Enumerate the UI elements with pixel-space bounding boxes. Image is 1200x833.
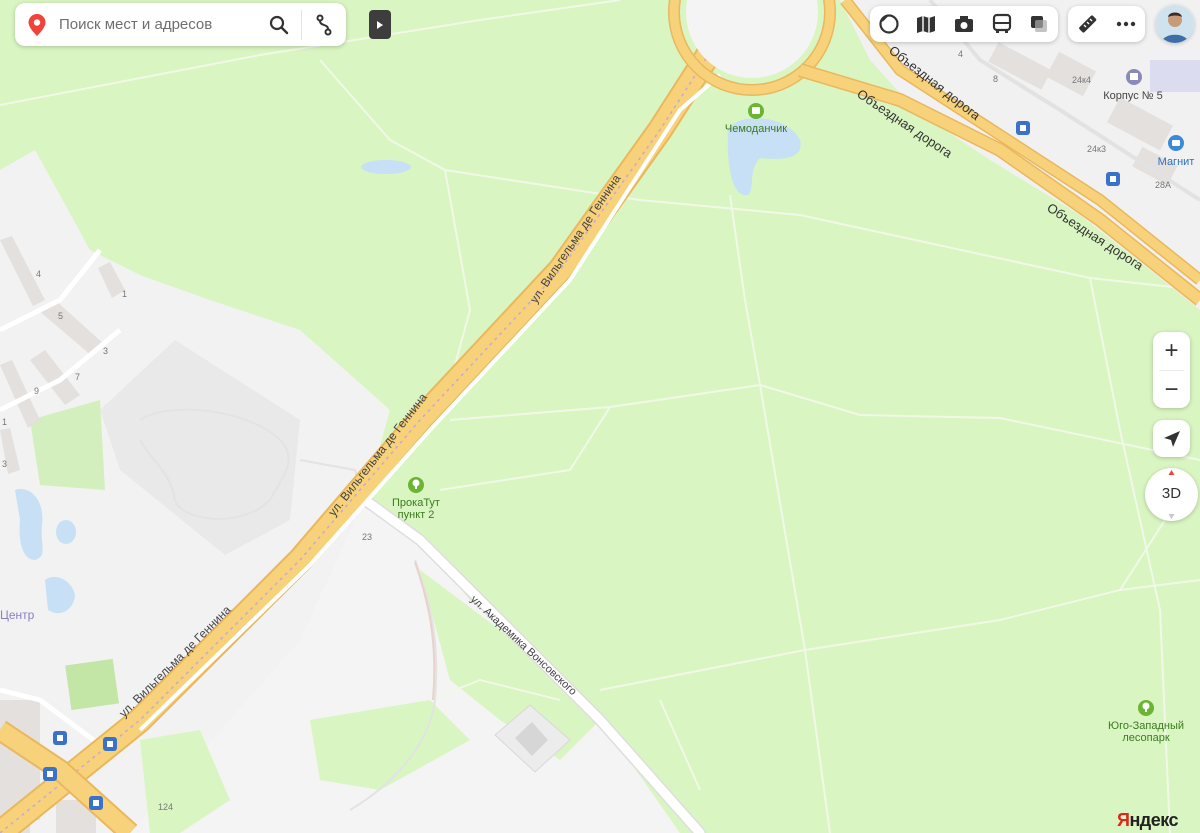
locate-me-button[interactable] — [1153, 420, 1190, 457]
house-number: 1 — [2, 417, 7, 427]
search-icon — [269, 15, 289, 34]
logo-text: ндекс — [1129, 810, 1179, 830]
transport-button[interactable] — [985, 7, 1019, 41]
zoom-in-button[interactable]: + — [1153, 332, 1190, 370]
poi-chemodanchik-icon[interactable] — [748, 103, 764, 119]
avatar-image — [1156, 5, 1194, 43]
compass-3d-control[interactable]: 3D — [1145, 468, 1198, 521]
tools-toolbar — [1068, 6, 1145, 42]
house-number: 3 — [103, 346, 108, 356]
panorama-button[interactable] — [872, 7, 906, 41]
map-canvas[interactable]: ул. Вильгельма де Геннина ул. Вильгельма… — [0, 0, 1200, 833]
poi-prokatut-icon[interactable] — [408, 477, 424, 493]
search-button[interactable] — [257, 3, 301, 46]
house-number: 4 — [36, 269, 41, 279]
poi-label[interactable]: пункт 2 — [398, 509, 435, 521]
ruler-button[interactable] — [1070, 7, 1104, 41]
map-layers-button[interactable] — [909, 7, 943, 41]
poi-label[interactable]: Юго-Западный — [1108, 720, 1184, 732]
house-number: 8 — [993, 74, 998, 84]
search-input[interactable]: Поиск мест и адресов — [59, 16, 257, 33]
zoom-out-button[interactable]: − — [1153, 371, 1190, 409]
logo-letter: Я — [1117, 810, 1130, 830]
poi-label[interactable]: лесопарк — [1122, 732, 1169, 744]
layers-button[interactable] — [1022, 7, 1056, 41]
collapse-panel-button[interactable] — [369, 10, 391, 39]
house-number: 7 — [75, 372, 80, 382]
map-book-icon — [917, 16, 936, 33]
house-number: 23 — [362, 532, 372, 542]
poi-label[interactable]: Центр — [0, 608, 35, 622]
poi-magnit-icon[interactable] — [1168, 135, 1184, 151]
water-body — [361, 160, 411, 174]
house-number: 24к4 — [1072, 75, 1091, 85]
poi-korpus-icon[interactable] — [1126, 69, 1142, 85]
house-number: 9 — [34, 386, 39, 396]
route-button[interactable] — [302, 3, 346, 46]
house-number: 124 — [158, 802, 173, 812]
water-body — [56, 520, 76, 544]
search-bar[interactable]: Поиск мест и адресов — [15, 3, 346, 46]
poi-label[interactable]: Чемоданчик — [725, 123, 787, 135]
house-number: 28А — [1155, 180, 1171, 190]
poi-label[interactable]: Корпус № 5 — [1103, 90, 1163, 102]
bus-icon — [992, 13, 1011, 33]
house-number: 1 — [122, 289, 127, 299]
photo-button[interactable] — [947, 7, 981, 41]
house-number: 4 — [958, 49, 963, 59]
poi-label[interactable]: Магнит — [1158, 156, 1195, 168]
ruler-icon — [1079, 15, 1097, 33]
poi-park-icon[interactable] — [1138, 700, 1154, 716]
panorama-icon — [879, 14, 899, 34]
yandex-logo[interactable]: Яндекс — [1117, 810, 1179, 831]
house-number: 3 — [2, 459, 7, 469]
more-button[interactable] — [1109, 7, 1143, 41]
sports-field — [65, 658, 119, 711]
zoom-control: + − — [1153, 332, 1190, 408]
more-dots-icon — [1116, 21, 1135, 27]
camera-icon — [954, 16, 973, 32]
play-arrow-icon — [377, 20, 383, 29]
navigation-arrow-icon — [1163, 430, 1180, 447]
house-number: 5 — [58, 311, 63, 321]
poi-label[interactable]: ПрокаТут — [392, 497, 440, 509]
house-number: 24к3 — [1087, 144, 1106, 154]
layers-icon — [1031, 16, 1048, 32]
user-avatar[interactable] — [1156, 5, 1194, 43]
3d-toggle-label[interactable]: 3D — [1145, 485, 1198, 502]
layers-toolbar — [870, 6, 1058, 42]
location-pin-icon — [28, 13, 46, 36]
route-icon — [316, 14, 332, 35]
